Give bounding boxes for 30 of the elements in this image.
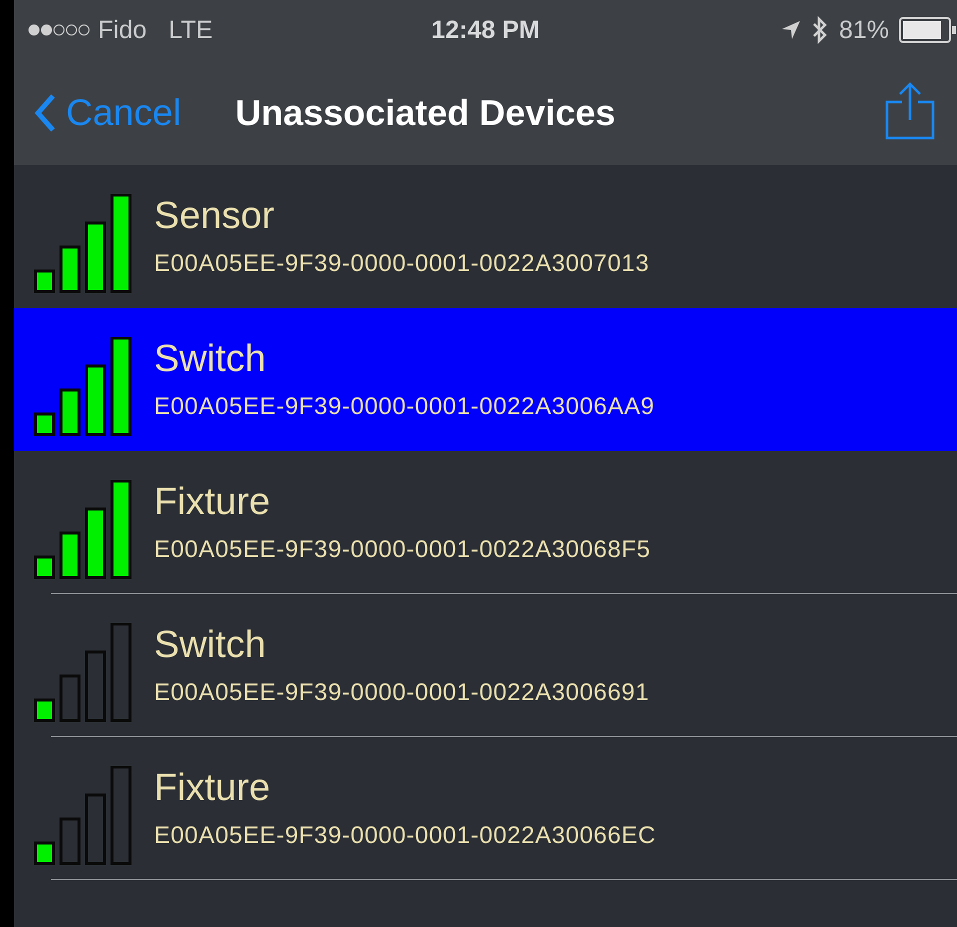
device-row[interactable]: Fixture E00A05EE-9F39-0000-0001-0022A30068F5 — [14, 451, 957, 594]
device-id: E00A05EE-9F39-0000-0001-0022A3006AA9 — [154, 393, 655, 421]
signal-strength-icon — [34, 194, 132, 294]
signal-dots-icon — [28, 24, 90, 36]
network-type: LTE — [168, 16, 213, 44]
signal-strength-icon — [34, 480, 132, 580]
device-name: Fixture — [154, 481, 272, 524]
device-row[interactable]: Sensor E00A05EE-9F39-0000-0001-0022A3007013 — [14, 165, 957, 308]
battery-percent: 81% — [838, 16, 889, 44]
screen-title: Unassociated Devices — [235, 92, 616, 134]
device-name: Switch — [154, 338, 267, 381]
device-id: E00A05EE-9F39-0000-0001-0022A30068F5 — [154, 536, 651, 564]
location-arrow-icon — [780, 20, 801, 40]
signal-strength-icon — [34, 622, 132, 722]
device-row[interactable]: Fixture E00A05EE-9F39-0000-0001-0022A30066EC — [14, 737, 957, 880]
battery-icon — [899, 17, 957, 43]
device-row[interactable]: Switch E00A05EE-9F39-0000-0001-0022A3006AA9 — [14, 308, 957, 451]
signal-strength-icon — [34, 336, 132, 436]
bluetooth-icon — [810, 16, 829, 44]
device-name: Switch — [154, 624, 267, 667]
device-name: Sensor — [154, 195, 276, 238]
back-chevron-icon — [34, 92, 56, 132]
signal-strength-icon — [34, 766, 132, 866]
clock-time: 12:48 PM — [431, 16, 540, 44]
device-id: E00A05EE-9F39-0000-0001-0022A3007013 — [154, 250, 650, 278]
device-id: E00A05EE-9F39-0000-0001-0022A30066EC — [154, 822, 656, 850]
device-row[interactable]: Switch E00A05EE-9F39-0000-0001-0022A3006691 — [14, 594, 957, 737]
device-id: E00A05EE-9F39-0000-0001-0022A3006691 — [154, 679, 650, 707]
carrier-name: Fido — [98, 16, 147, 44]
device-name: Fixture — [154, 767, 272, 810]
